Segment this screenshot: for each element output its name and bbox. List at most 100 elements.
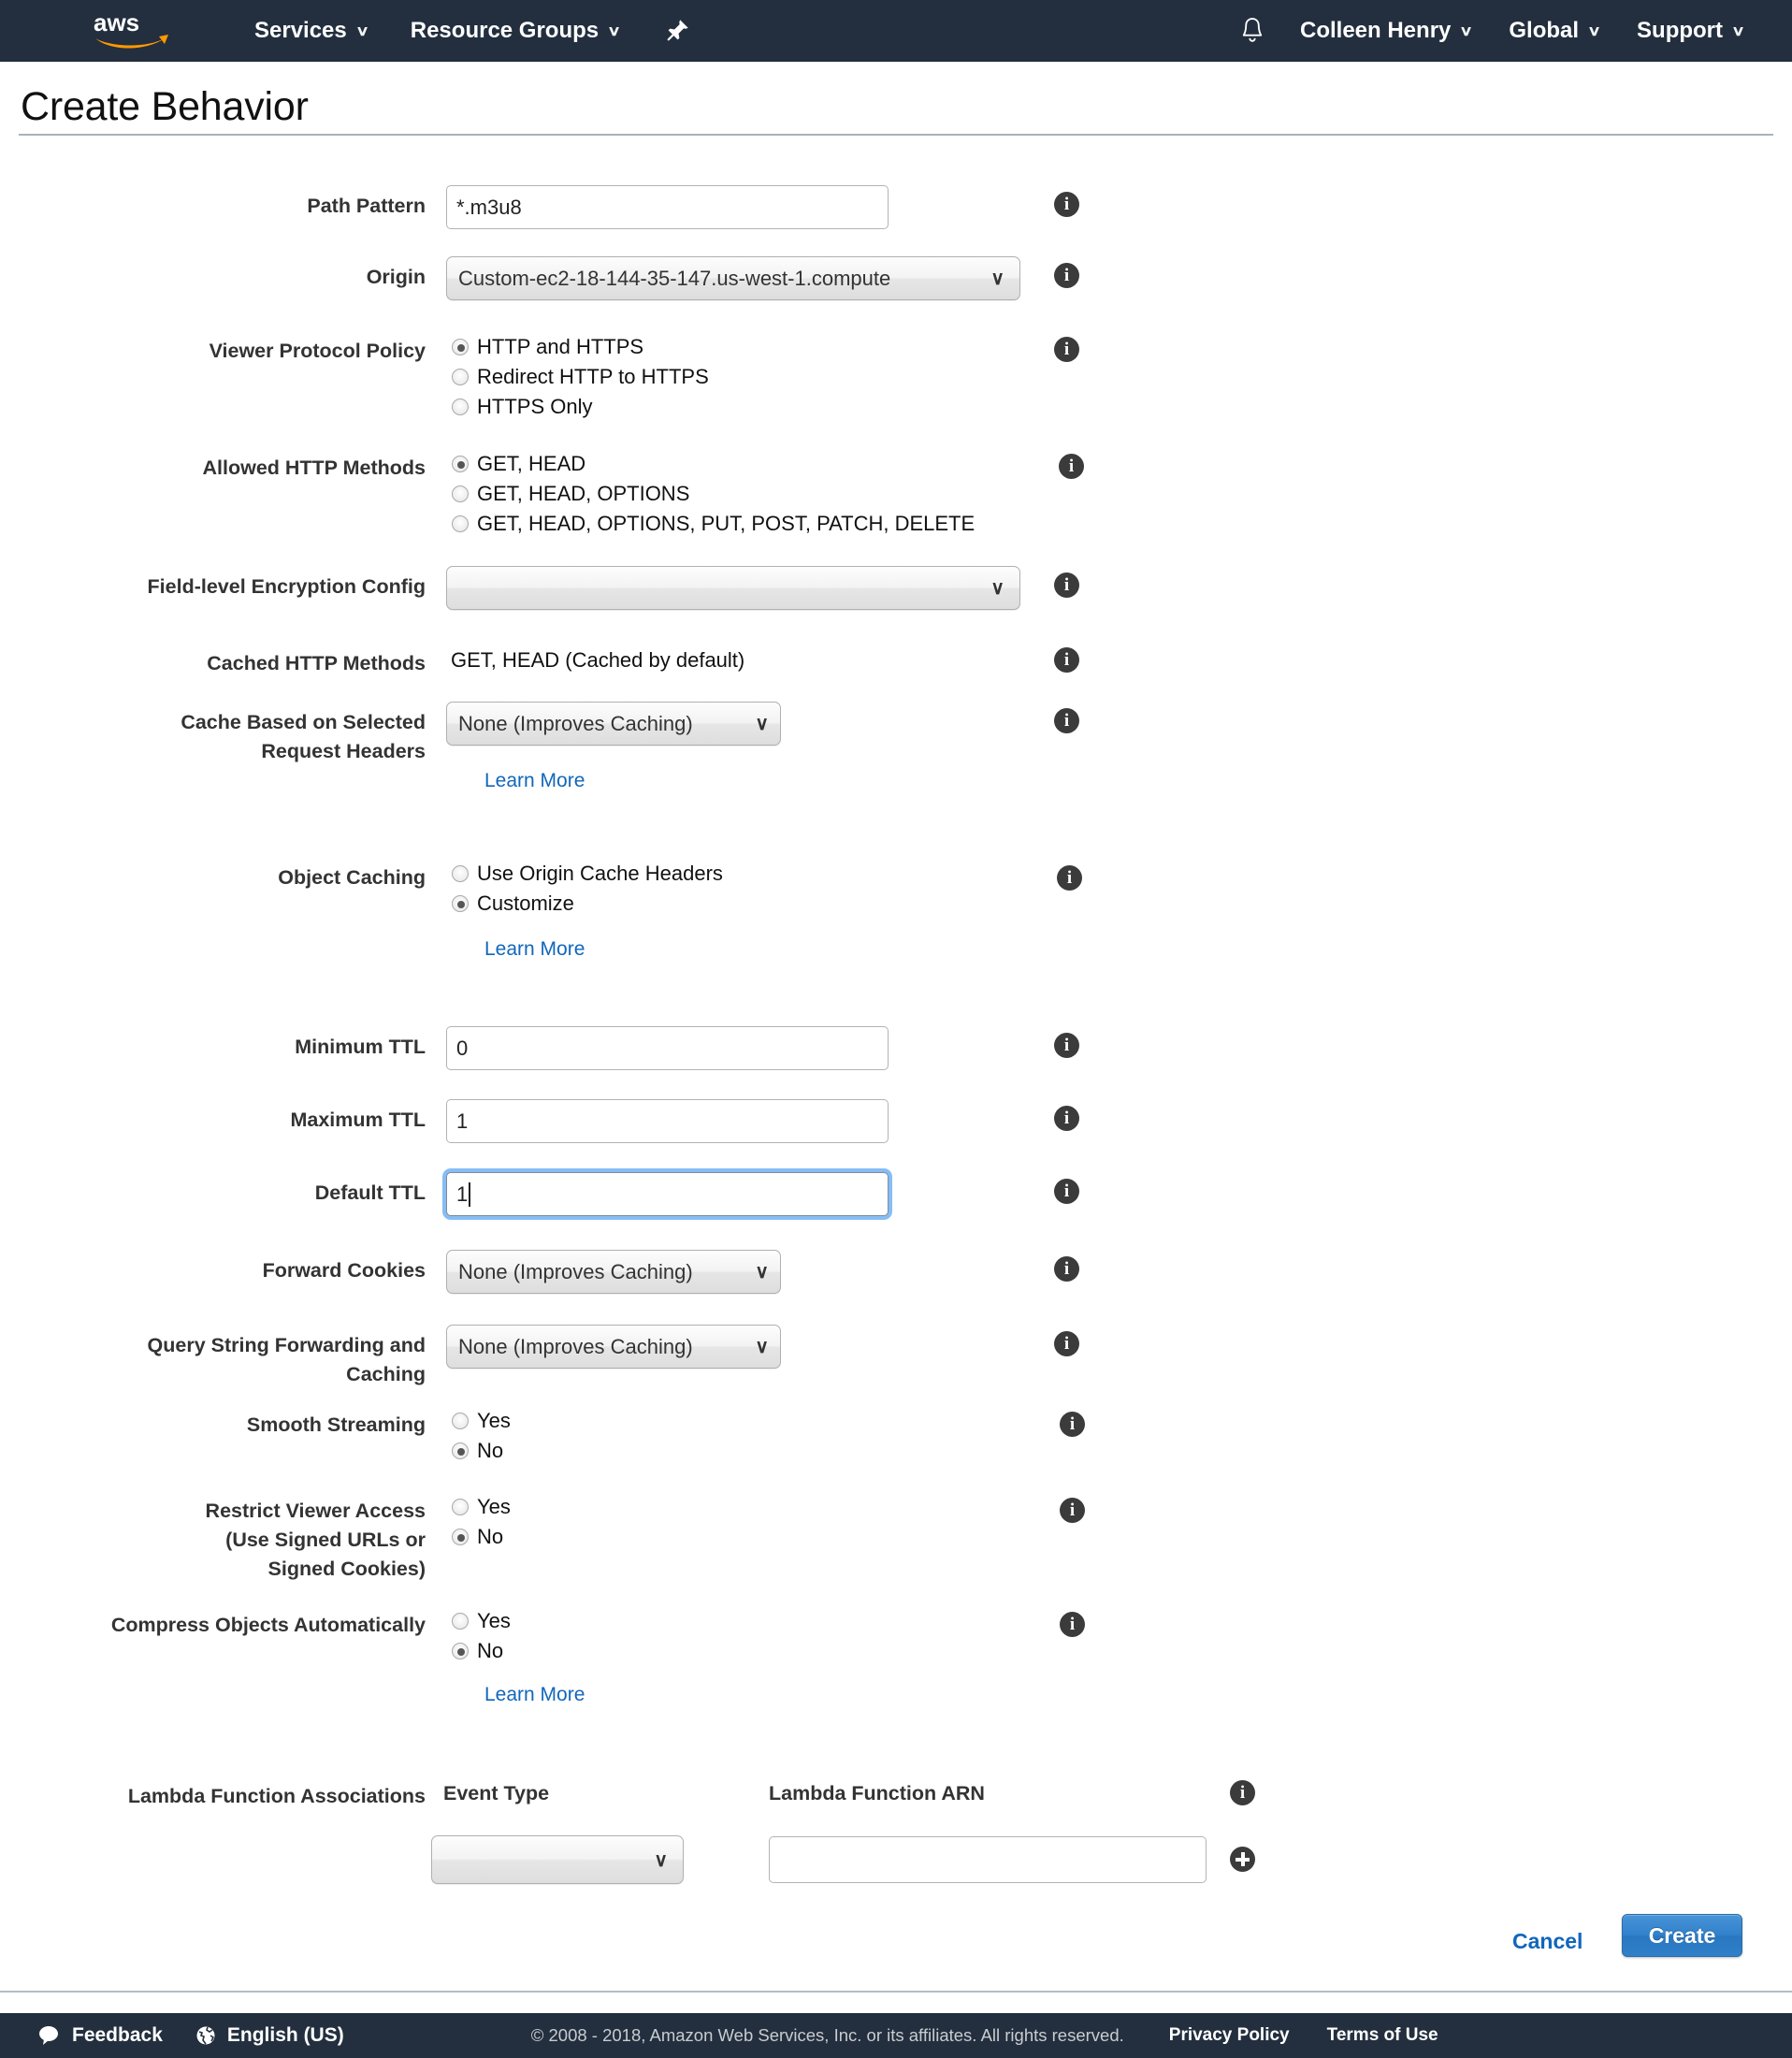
maximum-ttl-label: Maximum TTL <box>290 1109 426 1131</box>
radio-smooth-streaming-yes[interactable]: Yes <box>452 1406 511 1436</box>
restrict-viewer-access-label-line1: Restrict Viewer Access <box>205 1500 426 1522</box>
plus-circle-icon[interactable] <box>1230 1847 1255 1872</box>
speech-bubble-icon <box>37 2024 62 2047</box>
language-label: English (US) <box>226 2024 344 2046</box>
object-caching-info-icon[interactable] <box>1057 865 1082 891</box>
nav-region-menu[interactable]: Global ∨ <box>1497 0 1611 62</box>
lambda-arn-input[interactable] <box>769 1836 1207 1883</box>
radio-label: GET, HEAD, OPTIONS, PUT, POST, PATCH, DE… <box>477 512 975 535</box>
object-caching-learn-more-link[interactable]: Learn More <box>484 938 585 961</box>
viewer-protocol-policy-info-icon[interactable] <box>1054 337 1079 362</box>
chevron-down-icon: ∨ <box>1731 23 1745 39</box>
radio-restrict-viewer-access-no[interactable]: No <box>452 1522 511 1552</box>
nav-resource-groups-label: Resource Groups <box>410 18 600 43</box>
footer-divider <box>0 1991 1792 1993</box>
path-pattern-input[interactable] <box>446 185 889 229</box>
nav-services[interactable]: Services ∨ <box>243 0 379 62</box>
radio-https-only[interactable]: HTTPS Only <box>452 392 709 422</box>
radio-label: No <box>477 1439 504 1462</box>
cache-headers-learn-more-link[interactable]: Learn More <box>484 770 585 792</box>
origin-info-icon[interactable] <box>1054 263 1079 288</box>
query-string-forwarding-select[interactable]: None (Improves Caching) ∨ <box>446 1325 781 1369</box>
top-navigation-bar: aws Services ∨ Resource Groups ∨ Colleen… <box>0 0 1792 62</box>
cache-based-on-headers-info-icon[interactable] <box>1054 708 1079 733</box>
compress-objects-learn-more-link[interactable]: Learn More <box>484 1684 585 1706</box>
radio-redirect-http-to-https[interactable]: Redirect HTTP to HTTPS <box>452 362 709 392</box>
field-level-encryption-select[interactable]: ∨ <box>446 566 1020 610</box>
restrict-viewer-access-info-icon[interactable] <box>1060 1498 1085 1523</box>
minimum-ttl-input[interactable] <box>446 1026 889 1070</box>
cached-http-methods-value: GET, HEAD (Cached by default) <box>451 648 745 672</box>
notifications-bell-icon[interactable] <box>1231 9 1274 52</box>
viewer-protocol-policy-radio-group: HTTP and HTTPS Redirect HTTP to HTTPS HT… <box>452 332 709 422</box>
radio-indicator <box>452 399 469 415</box>
feedback-button[interactable]: Feedback <box>37 2024 163 2047</box>
restrict-viewer-access-radio-group: Yes No <box>452 1492 511 1552</box>
forward-cookies-select[interactable]: None (Improves Caching) ∨ <box>446 1250 781 1294</box>
path-pattern-info-icon[interactable] <box>1054 192 1079 217</box>
radio-indicator <box>452 369 469 385</box>
lambda-function-associations-info-icon[interactable] <box>1230 1780 1255 1805</box>
privacy-policy-link[interactable]: Privacy Policy <box>1169 2025 1290 2046</box>
chevron-down-icon: ∨ <box>755 1262 769 1283</box>
origin-select[interactable]: Custom-ec2-18-144-35-147.us-west-1.compu… <box>446 256 1020 300</box>
cached-http-methods-info-icon[interactable] <box>1054 647 1079 673</box>
terms-of-use-link[interactable]: Terms of Use <box>1327 2025 1438 2046</box>
radio-compress-objects-yes[interactable]: Yes <box>452 1606 511 1636</box>
radio-get-head[interactable]: GET, HEAD <box>452 449 975 479</box>
viewer-protocol-policy-label: Viewer Protocol Policy <box>209 340 426 362</box>
default-ttl-input[interactable] <box>446 1172 889 1216</box>
query-string-forwarding-label-line1: Query String Forwarding and <box>147 1334 426 1356</box>
cache-based-on-headers-label-line1: Cache Based on Selected <box>181 711 426 733</box>
radio-restrict-viewer-access-yes[interactable]: Yes <box>452 1492 511 1522</box>
radio-smooth-streaming-no[interactable]: No <box>452 1436 511 1466</box>
radio-label: Customize <box>477 891 574 915</box>
radio-indicator <box>452 1529 469 1545</box>
cache-based-on-headers-select[interactable]: None (Improves Caching) ∨ <box>446 702 781 746</box>
nav-account-menu[interactable]: Colleen Henry ∨ <box>1289 0 1482 62</box>
nav-resource-groups[interactable]: Resource Groups ∨ <box>399 0 630 62</box>
radio-get-head-options[interactable]: GET, HEAD, OPTIONS <box>452 479 975 509</box>
language-selector[interactable]: English (US) <box>195 2024 344 2047</box>
compress-objects-info-icon[interactable] <box>1060 1612 1085 1637</box>
radio-indicator <box>452 1413 469 1429</box>
radio-get-head-options-put-post-patch-delete[interactable]: GET, HEAD, OPTIONS, PUT, POST, PATCH, DE… <box>452 509 975 539</box>
default-ttl-info-icon[interactable] <box>1054 1179 1079 1204</box>
radio-customize[interactable]: Customize <box>452 889 723 919</box>
radio-indicator <box>452 1643 469 1659</box>
query-string-forwarding-info-icon[interactable] <box>1054 1331 1079 1356</box>
chevron-down-icon: ∨ <box>607 23 622 39</box>
object-caching-label: Object Caching <box>278 866 426 889</box>
maximum-ttl-input[interactable] <box>446 1099 889 1143</box>
allowed-http-methods-info-icon[interactable] <box>1059 454 1084 479</box>
pushpin-icon[interactable] <box>660 14 694 48</box>
forward-cookies-info-icon[interactable] <box>1054 1256 1079 1282</box>
cache-based-on-headers-value: None (Improves Caching) <box>458 711 693 735</box>
smooth-streaming-info-icon[interactable] <box>1060 1412 1085 1437</box>
nav-support-label: Support <box>1637 18 1724 43</box>
chevron-down-icon: ∨ <box>990 578 1004 599</box>
radio-compress-objects-no[interactable]: No <box>452 1636 511 1666</box>
nav-region-label: Global <box>1509 18 1580 43</box>
lambda-event-type-select[interactable]: ∨ <box>431 1835 684 1884</box>
forward-cookies-label: Forward Cookies <box>262 1259 426 1282</box>
chevron-down-icon: ∨ <box>755 1337 769 1357</box>
radio-indicator <box>452 1613 469 1630</box>
create-button[interactable]: Create <box>1622 1914 1742 1957</box>
radio-use-origin-cache-headers[interactable]: Use Origin Cache Headers <box>452 859 723 889</box>
cancel-button[interactable]: Cancel <box>1512 1929 1582 1954</box>
forward-cookies-value: None (Improves Caching) <box>458 1259 693 1283</box>
nav-support-menu[interactable]: Support ∨ <box>1626 0 1755 62</box>
maximum-ttl-info-icon[interactable] <box>1054 1106 1079 1131</box>
radio-label: GET, HEAD <box>477 452 586 475</box>
minimum-ttl-info-icon[interactable] <box>1054 1033 1079 1058</box>
radio-indicator <box>452 456 469 472</box>
aws-logo[interactable]: aws <box>90 10 176 51</box>
copyright-text: © 2008 - 2018, Amazon Web Services, Inc.… <box>530 2025 1124 2045</box>
allowed-http-methods-radio-group: GET, HEAD GET, HEAD, OPTIONS GET, HEAD, … <box>452 449 975 539</box>
cache-based-on-headers-label-line2: Request Headers <box>261 740 426 762</box>
cached-http-methods-label: Cached HTTP Methods <box>207 652 426 674</box>
radio-http-and-https[interactable]: HTTP and HTTPS <box>452 332 709 362</box>
radio-indicator <box>452 339 469 355</box>
field-level-encryption-info-icon[interactable] <box>1054 572 1079 598</box>
